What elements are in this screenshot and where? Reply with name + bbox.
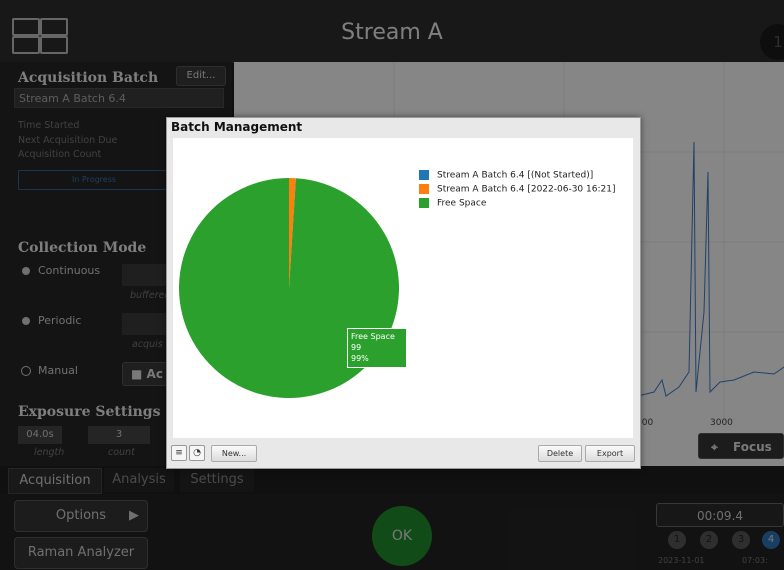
tooltip-value: 99 bbox=[351, 343, 362, 352]
export-button[interactable]: Export bbox=[585, 445, 635, 462]
pie-chart bbox=[178, 178, 399, 399]
list-view-icon[interactable]: ≡ bbox=[171, 445, 187, 461]
tooltip-name: Free Space bbox=[351, 332, 395, 341]
legend-label: Stream A Batch 6.4 [2022-06-30 16:21] bbox=[437, 184, 616, 195]
tooltip-percent: 99% bbox=[351, 354, 369, 363]
batch-management-dialog: Batch Management Stream A Batch 6.4 [(No… bbox=[166, 117, 641, 469]
delete-button[interactable]: Delete bbox=[538, 445, 582, 462]
legend-swatch bbox=[419, 198, 429, 208]
legend-item-1[interactable]: Stream A Batch 6.4 [2022-06-30 16:21] bbox=[419, 184, 615, 195]
new-batch-button[interactable]: New... bbox=[211, 445, 257, 462]
dialog-title: Batch Management bbox=[171, 120, 303, 134]
legend-label: Stream A Batch 6.4 [(Not Started)] bbox=[437, 170, 594, 181]
legend-item-0[interactable]: Stream A Batch 6.4 [(Not Started)] bbox=[419, 170, 593, 181]
legend-item-2[interactable]: Free Space bbox=[419, 198, 486, 209]
pie-tooltip: Free Space 99 99% bbox=[347, 328, 407, 368]
dialog-body: Stream A Batch 6.4 [(Not Started)] Stream… bbox=[173, 138, 633, 438]
legend-swatch bbox=[419, 170, 429, 180]
pie-legend: Stream A Batch 6.4 [(Not Started)] Stream… bbox=[419, 170, 629, 230]
legend-swatch bbox=[419, 184, 429, 194]
legend-label: Free Space bbox=[437, 198, 487, 209]
pie-view-icon[interactable]: ◔ bbox=[189, 445, 205, 461]
